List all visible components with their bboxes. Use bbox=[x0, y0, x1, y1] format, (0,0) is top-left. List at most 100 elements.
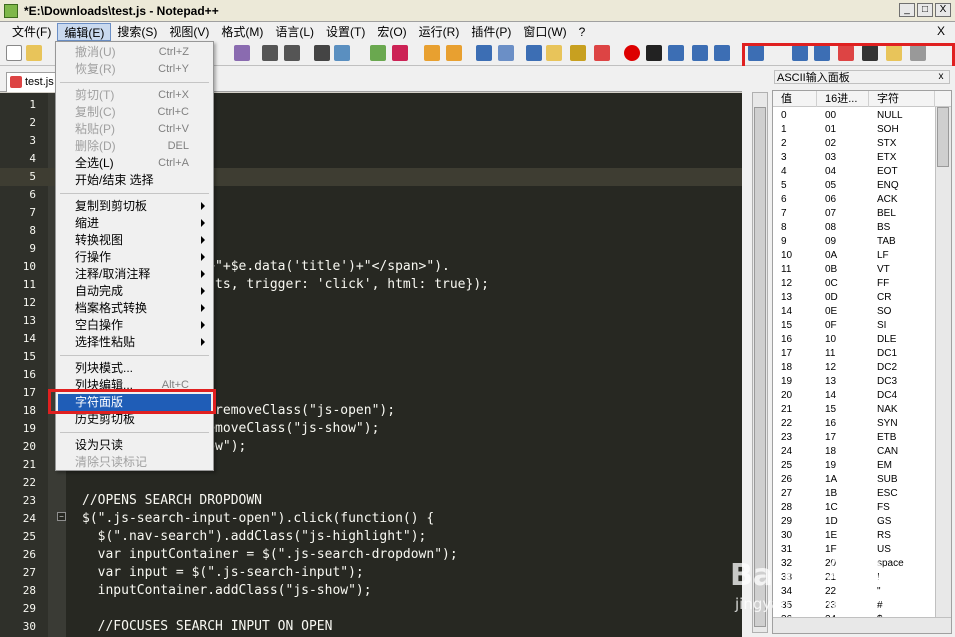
ascii-row[interactable]: 4 04 EOT bbox=[773, 165, 933, 179]
col-value[interactable]: 值 bbox=[773, 91, 817, 107]
menu-view[interactable]: 视图(V) bbox=[163, 23, 215, 41]
edit-menu-item[interactable]: 自动完成 bbox=[58, 283, 211, 300]
ascii-row[interactable]: 12 0C FF bbox=[773, 277, 933, 291]
table-scrollbar[interactable] bbox=[935, 107, 951, 617]
ascii-row[interactable]: 6 06 ACK bbox=[773, 193, 933, 207]
save-macro-icon[interactable] bbox=[714, 45, 730, 61]
code-line[interactable]: 22 bbox=[0, 474, 742, 492]
col-hex[interactable]: 16进... bbox=[817, 91, 869, 107]
ascii-row[interactable]: 15 0F SI bbox=[773, 319, 933, 333]
edit-menu-item[interactable]: 选择性粘贴 bbox=[58, 334, 211, 351]
edit-menu-item[interactable]: 缩进 bbox=[58, 215, 211, 232]
ascii-row[interactable]: 19 13 DC3 bbox=[773, 375, 933, 389]
table-hscrollbar[interactable] bbox=[773, 617, 951, 633]
ascii-row[interactable]: 22 16 SYN bbox=[773, 417, 933, 431]
ascii-row[interactable]: 20 14 DC4 bbox=[773, 389, 933, 403]
ascii-row[interactable]: 5 05 ENQ bbox=[773, 179, 933, 193]
ascii-row[interactable]: 29 1D GS bbox=[773, 515, 933, 529]
ascii-row[interactable]: 0 00 NULL bbox=[773, 109, 933, 123]
fold-marker-icon[interactable]: − bbox=[57, 512, 66, 521]
ascii-row[interactable]: 10 0A LF bbox=[773, 249, 933, 263]
function-list-icon[interactable] bbox=[570, 45, 586, 61]
code-line[interactable]: 24 $(".js-search-input-open").click(funct… bbox=[0, 510, 742, 528]
ascii-row[interactable]: 2 02 STX bbox=[773, 137, 933, 151]
record-macro-icon[interactable] bbox=[624, 45, 640, 61]
menu-macro[interactable]: 宏(O) bbox=[371, 23, 412, 41]
minimize-button[interactable]: _ bbox=[899, 3, 915, 17]
zoom-in-icon[interactable] bbox=[370, 45, 386, 61]
edit-menu-item[interactable]: 空白操作 bbox=[58, 317, 211, 334]
code-line[interactable]: 28 inputContainer.addClass("js-show"); bbox=[0, 582, 742, 600]
ascii-row[interactable]: 23 17 ETB bbox=[773, 431, 933, 445]
code-line[interactable]: 26 var inputContainer = $(".js-search-dr… bbox=[0, 546, 742, 564]
replace-icon[interactable] bbox=[334, 45, 350, 61]
ascii-row[interactable]: 28 1C FS bbox=[773, 501, 933, 515]
code-line[interactable]: 23 //OPENS SEARCH DROPDOWN bbox=[0, 492, 742, 510]
zoom-out-icon[interactable] bbox=[392, 45, 408, 61]
code-line[interactable]: 27 var input = $(".js-search-input"); bbox=[0, 564, 742, 582]
col-char[interactable]: 字符 bbox=[869, 91, 935, 107]
menu-edit[interactable]: 编辑(E) bbox=[57, 23, 112, 41]
stop-macro-icon[interactable] bbox=[646, 45, 662, 61]
undo-icon[interactable] bbox=[262, 45, 278, 61]
edit-menu-item[interactable]: 复制到剪切板 bbox=[58, 198, 211, 215]
ascii-row[interactable]: 18 12 DC2 bbox=[773, 361, 933, 375]
folder-workspace-icon[interactable] bbox=[594, 45, 610, 61]
ascii-panel-close-button[interactable]: x bbox=[935, 71, 947, 83]
ascii-row[interactable]: 3 03 ETX bbox=[773, 151, 933, 165]
edit-menu-item[interactable]: 开始/结束 选择 bbox=[58, 172, 211, 189]
pilcrow-icon[interactable] bbox=[498, 45, 514, 61]
ascii-row[interactable]: 21 15 NAK bbox=[773, 403, 933, 417]
sync-scroll-icon[interactable] bbox=[424, 45, 440, 61]
ascii-row[interactable]: 7 07 BEL bbox=[773, 207, 933, 221]
redo-icon[interactable] bbox=[284, 45, 300, 61]
show-all-chars-icon[interactable] bbox=[476, 45, 492, 61]
code-line[interactable]: 29 bbox=[0, 600, 742, 618]
menu-format[interactable]: 格式(M) bbox=[215, 23, 269, 41]
wrap-icon[interactable] bbox=[446, 45, 462, 61]
tab-test-js[interactable]: test.js bbox=[6, 72, 56, 92]
ascii-row[interactable]: 27 1B ESC bbox=[773, 487, 933, 501]
ascii-row[interactable]: 25 19 EM bbox=[773, 459, 933, 473]
ascii-row[interactable]: 16 10 DLE bbox=[773, 333, 933, 347]
open-file-icon[interactable] bbox=[26, 45, 42, 61]
panel-scroll-thumb[interactable] bbox=[754, 107, 766, 627]
menu-plugins[interactable]: 插件(P) bbox=[465, 23, 517, 41]
indent-guide-icon[interactable] bbox=[526, 45, 542, 61]
menu-window[interactable]: 窗口(W) bbox=[517, 23, 572, 41]
table-scroll-thumb[interactable] bbox=[937, 107, 949, 167]
ascii-row[interactable]: 8 08 BS bbox=[773, 221, 933, 235]
new-file-icon[interactable] bbox=[6, 45, 22, 61]
ascii-row[interactable]: 9 09 TAB bbox=[773, 235, 933, 249]
menu-help[interactable]: ? bbox=[573, 23, 592, 41]
maximize-button[interactable]: □ bbox=[917, 3, 933, 17]
close-document-button[interactable]: X bbox=[937, 24, 945, 38]
edit-menu-item[interactable]: 档案格式转换 bbox=[58, 300, 211, 317]
edit-menu-item[interactable]: 行操作 bbox=[58, 249, 211, 266]
edit-menu-item[interactable]: 全选(L) Ctrl+A bbox=[58, 155, 211, 172]
menu-search[interactable]: 搜索(S) bbox=[111, 23, 163, 41]
code-line[interactable]: 25 $(".nav-search").addClass("js-highlig… bbox=[0, 528, 742, 546]
menu-settings[interactable]: 设置(T) bbox=[320, 23, 371, 41]
ascii-row[interactable]: 13 0D CR bbox=[773, 291, 933, 305]
ascii-row[interactable]: 26 1A SUB bbox=[773, 473, 933, 487]
search-icon[interactable] bbox=[314, 45, 330, 61]
find-icon[interactable] bbox=[234, 45, 250, 61]
run-multiple-icon[interactable] bbox=[692, 45, 708, 61]
ascii-row[interactable]: 1 01 SOH bbox=[773, 123, 933, 137]
edit-menu-item[interactable]: 注释/取消注释 bbox=[58, 266, 211, 283]
doc-map-icon[interactable] bbox=[546, 45, 562, 61]
ascii-row[interactable]: 14 0E SO bbox=[773, 305, 933, 319]
edit-menu-item[interactable]: 设为只读 bbox=[58, 437, 211, 454]
edit-menu-item[interactable]: 转换视图 bbox=[58, 232, 211, 249]
play-macro-icon[interactable] bbox=[668, 45, 684, 61]
ascii-row[interactable]: 17 11 DC1 bbox=[773, 347, 933, 361]
code-line[interactable]: 30 //FOCUSES SEARCH INPUT ON OPEN bbox=[0, 618, 742, 636]
ascii-row[interactable]: 24 18 CAN bbox=[773, 445, 933, 459]
menu-language[interactable]: 语言(L) bbox=[269, 23, 320, 41]
ascii-row[interactable]: 30 1E RS bbox=[773, 529, 933, 543]
close-button[interactable]: X bbox=[935, 3, 951, 17]
menu-run[interactable]: 运行(R) bbox=[413, 23, 466, 41]
edit-menu-item[interactable]: 列块模式... bbox=[58, 360, 211, 377]
ascii-row[interactable]: 11 0B VT bbox=[773, 263, 933, 277]
